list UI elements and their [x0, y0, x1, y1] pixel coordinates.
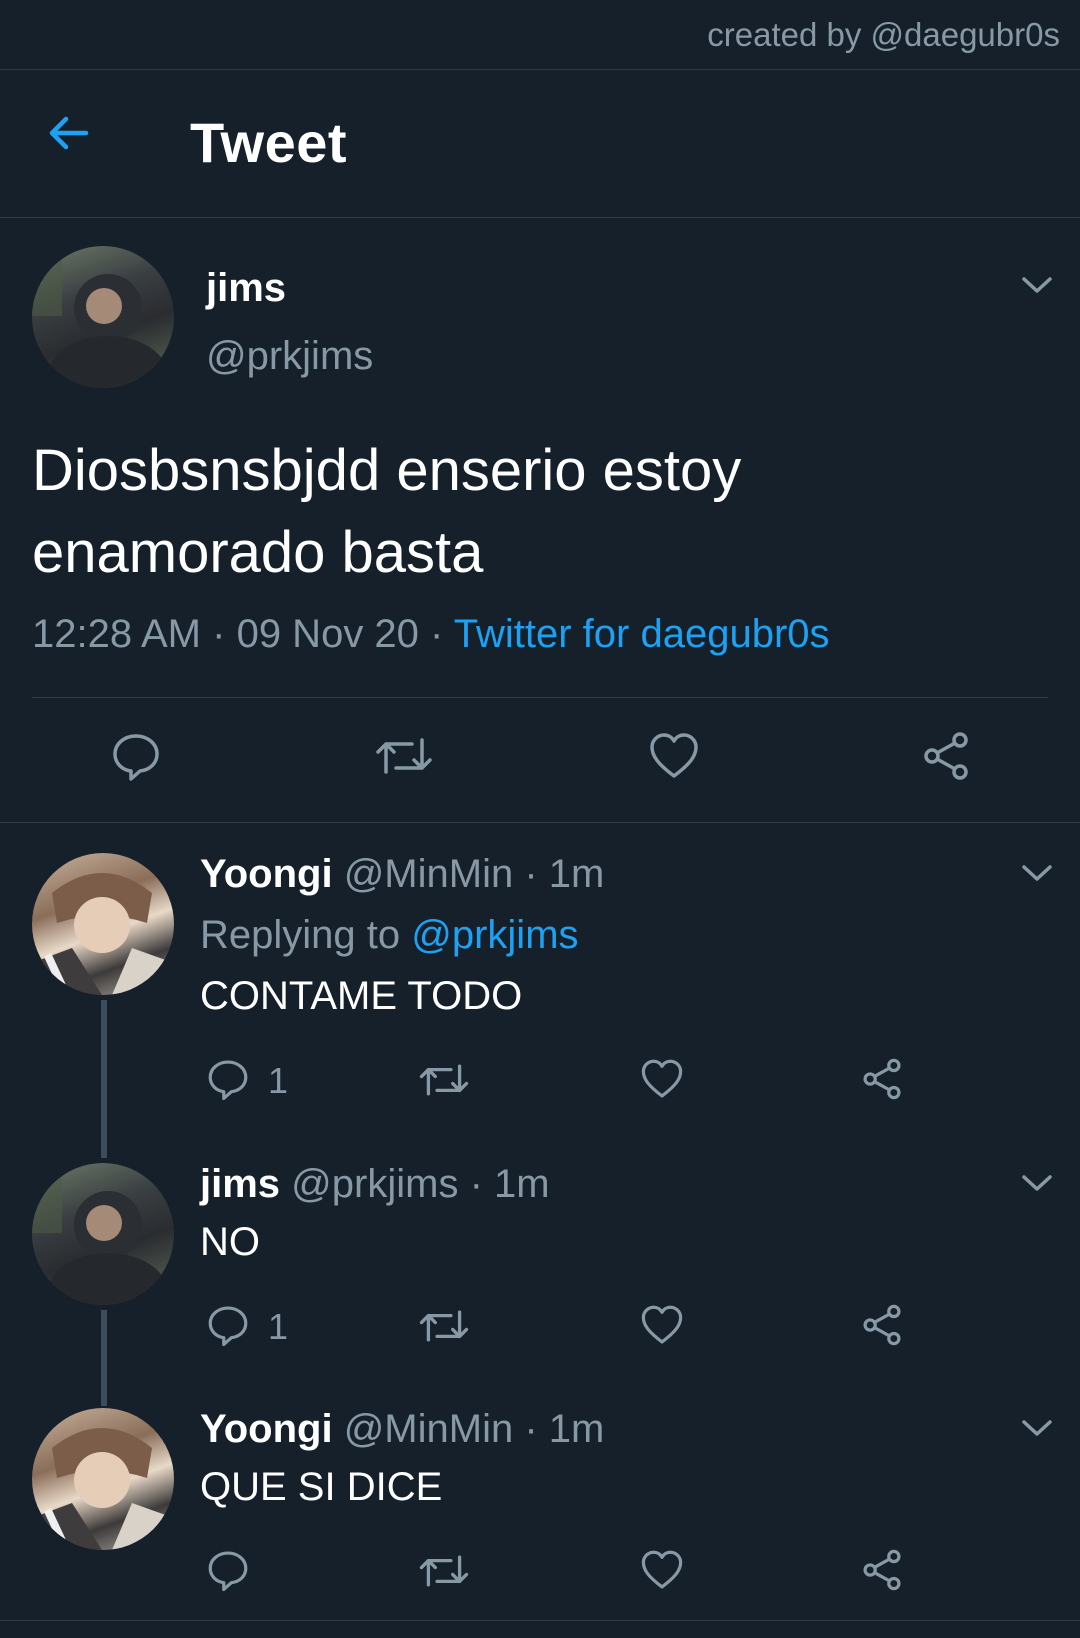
reply-header: Yoongi @MinMin · 1m — [200, 1407, 604, 1452]
tweet-author-name[interactable]: jims — [206, 266, 286, 311]
dot-separator: · — [524, 1407, 549, 1451]
like-icon[interactable] — [640, 1303, 684, 1352]
reply-author-handle[interactable]: @prkjims — [291, 1162, 458, 1206]
tweet-author-handle[interactable]: @prkjims — [206, 334, 373, 379]
reply-author-name[interactable]: Yoongi — [200, 1407, 333, 1451]
retweet-icon[interactable] — [418, 1059, 470, 1106]
dot-separator: · — [524, 852, 549, 896]
reply-header: Yoongi @MinMin · 1m — [200, 852, 604, 897]
share-icon[interactable] — [860, 1303, 904, 1352]
avatar-yoongi[interactable] — [32, 1408, 174, 1550]
avatar-jims[interactable] — [32, 246, 174, 388]
reply-count: 1 — [268, 1306, 289, 1347]
replying-mention[interactable]: @prkjims — [411, 913, 578, 957]
share-icon[interactable] — [920, 730, 972, 787]
header: Tweet — [0, 70, 1080, 218]
reply-author-name[interactable]: Yoongi — [200, 852, 333, 896]
page-title: Tweet — [190, 111, 348, 174]
reply-age: 1m — [548, 852, 605, 896]
like-icon[interactable] — [640, 1548, 684, 1597]
replying-to: Replying to @prkjims — [200, 913, 579, 958]
watermark-bar: created by @daegubr0s — [0, 0, 1080, 70]
reply-author-name[interactable]: jims — [200, 1162, 280, 1206]
share-icon[interactable] — [860, 1548, 904, 1597]
reply-icon[interactable] — [206, 1548, 250, 1597]
chevron-down-icon[interactable] — [1020, 274, 1054, 296]
meta-separator: · — [212, 612, 237, 656]
tweet-date: 09 Nov 20 — [236, 612, 419, 656]
tweet-text: Diosbsnsbjdd enserio estoy enamorado bas… — [32, 438, 742, 585]
retweet-icon[interactable] — [418, 1550, 470, 1597]
reply-icon[interactable] — [206, 1057, 250, 1106]
chevron-down-icon[interactable] — [1020, 1417, 1054, 1439]
back-arrow-icon[interactable] — [44, 109, 104, 169]
reply-author-handle[interactable]: @MinMin — [344, 852, 514, 896]
tweet-source-link[interactable]: Twitter for daegubr0s — [454, 612, 830, 656]
replying-label: Replying to — [200, 913, 401, 957]
reply-age: 1m — [494, 1162, 550, 1206]
meta-separator: · — [430, 612, 454, 656]
retweet-icon[interactable] — [418, 1305, 470, 1352]
reply-icon[interactable] — [206, 1303, 250, 1352]
reply-icon[interactable] — [110, 730, 162, 787]
reply-text: CONTAME TODO — [200, 974, 523, 1018]
reply-count: 1 — [268, 1060, 289, 1101]
chevron-down-icon[interactable] — [1020, 1172, 1054, 1194]
reply-text: QUE SI DICE — [200, 1465, 443, 1509]
share-icon[interactable] — [860, 1057, 904, 1106]
like-icon[interactable] — [640, 1057, 684, 1106]
chevron-down-icon[interactable] — [1020, 862, 1054, 884]
watermark-text: created by @daegubr0s — [707, 16, 1060, 53]
reply-author-handle[interactable]: @MinMin — [344, 1407, 514, 1451]
divider — [0, 1620, 1080, 1621]
retweet-icon[interactable] — [374, 732, 434, 785]
reply-text: NO — [200, 1220, 260, 1264]
thread-line — [101, 1000, 107, 1158]
avatar-yoongi[interactable] — [32, 853, 174, 995]
reply-header: jims @prkjims · 1m — [200, 1162, 550, 1207]
tweet-meta: 12:28 AM · 09 Nov 20 · Twitter for daegu… — [32, 612, 830, 657]
reply-age: 1m — [548, 1407, 605, 1451]
tweet-actions — [0, 698, 1080, 823]
dot-separator: · — [469, 1162, 494, 1206]
avatar-jims[interactable] — [32, 1163, 174, 1305]
thread-line — [101, 1310, 107, 1406]
like-icon[interactable] — [648, 730, 700, 787]
tweet-time: 12:28 AM — [32, 612, 202, 656]
